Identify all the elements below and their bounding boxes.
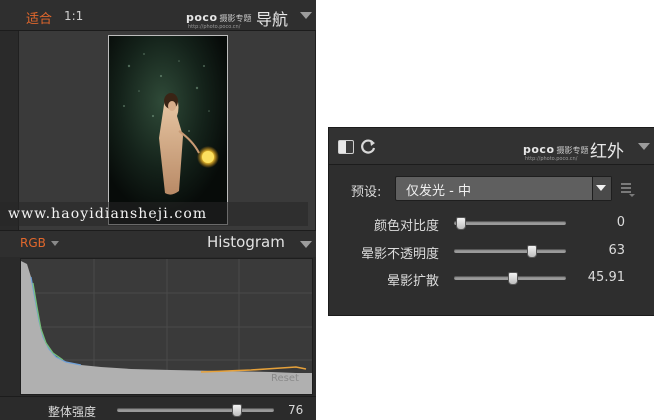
color-contrast-slider[interactable] xyxy=(454,221,566,225)
color-contrast-value: 0 xyxy=(616,215,625,230)
vignette-opacity-slider[interactable] xyxy=(454,249,566,253)
vignette-opacity-slider-handle[interactable] xyxy=(526,245,537,258)
fit-zoom-option[interactable]: 适合 xyxy=(26,8,52,27)
infrared-title: 红外 xyxy=(590,142,624,162)
refresh-icon[interactable] xyxy=(359,138,377,155)
histogram-title: Histogram xyxy=(207,233,285,251)
logo-subtitle: 摄影专题 xyxy=(219,14,252,23)
overall-strength-value: 76 xyxy=(288,403,304,417)
chevron-down-icon[interactable] xyxy=(300,241,312,248)
color-contrast-slider-handle[interactable] xyxy=(456,217,466,230)
one-to-one-zoom-option[interactable]: 1:1 xyxy=(64,9,83,23)
chevron-down-icon[interactable] xyxy=(300,12,312,19)
logo-text: poco xyxy=(186,11,218,24)
overall-strength-label: 整体强度 xyxy=(48,405,97,419)
navigator-header: 适合 1:1 poco 摄影专题 http://photo.poco.cn/ 导航 xyxy=(0,0,316,31)
navigator-title: 导航 xyxy=(256,10,289,29)
overall-strength-slider-handle[interactable] xyxy=(232,404,243,417)
poco-logo: poco 摄影专题 http://photo.poco.cn/ xyxy=(186,8,252,30)
logo-subtitle: 摄影专题 xyxy=(556,146,589,155)
reset-button[interactable]: Reset xyxy=(271,373,299,384)
logo-url: http://photo.poco.cn/ xyxy=(525,156,578,162)
logo-url: http://photo.poco.cn/ xyxy=(188,24,241,30)
chevron-down-icon xyxy=(596,185,606,191)
vignette-spread-slider-handle[interactable] xyxy=(507,272,518,285)
histogram-graph xyxy=(21,259,312,394)
histogram-header: RGB Histogram xyxy=(0,230,316,257)
menu-icon[interactable] xyxy=(621,183,635,197)
histogram-chart xyxy=(20,258,313,395)
preset-selected-value: 仅发光 - 中 xyxy=(406,184,471,199)
poco-logo: poco 摄影专题 http://photo.poco.cn/ xyxy=(523,140,589,162)
left-panel: 适合 1:1 poco 摄影专题 http://photo.poco.cn/ 导航 xyxy=(0,0,316,420)
chevron-down-icon[interactable] xyxy=(638,143,650,150)
vignette-opacity-value: 63 xyxy=(608,243,625,258)
color-contrast-label: 颜色对比度 xyxy=(373,219,439,234)
infrared-panel: poco 摄影专题 http://photo.poco.cn/ 红外 预设: 仅发… xyxy=(328,127,654,316)
vignette-spread-value: 45.91 xyxy=(587,270,625,285)
chevron-down-icon[interactable] xyxy=(51,241,59,246)
navigator-thumbnail[interactable] xyxy=(108,35,228,225)
vignette-spread-label: 晕影扩散 xyxy=(386,274,439,289)
overall-strength-row: 整体强度 76 xyxy=(0,396,316,420)
thumbnail-image xyxy=(109,36,227,224)
toggle-icon[interactable] xyxy=(338,140,354,154)
infrared-header: poco 摄影专题 http://photo.poco.cn/ 红外 xyxy=(329,128,654,165)
preset-dropdown-arrow[interactable] xyxy=(592,177,611,200)
logo-text: poco xyxy=(523,143,555,156)
preset-dropdown[interactable]: 仅发光 - 中 xyxy=(395,176,612,201)
watermark-text: www.haoyidiansheji.com xyxy=(0,202,308,226)
rgb-channel-selector[interactable]: RGB xyxy=(20,236,46,250)
overall-strength-slider[interactable] xyxy=(117,408,274,412)
vignette-opacity-label: 晕影不透明度 xyxy=(360,247,439,262)
preset-label: 预设: xyxy=(351,185,382,200)
